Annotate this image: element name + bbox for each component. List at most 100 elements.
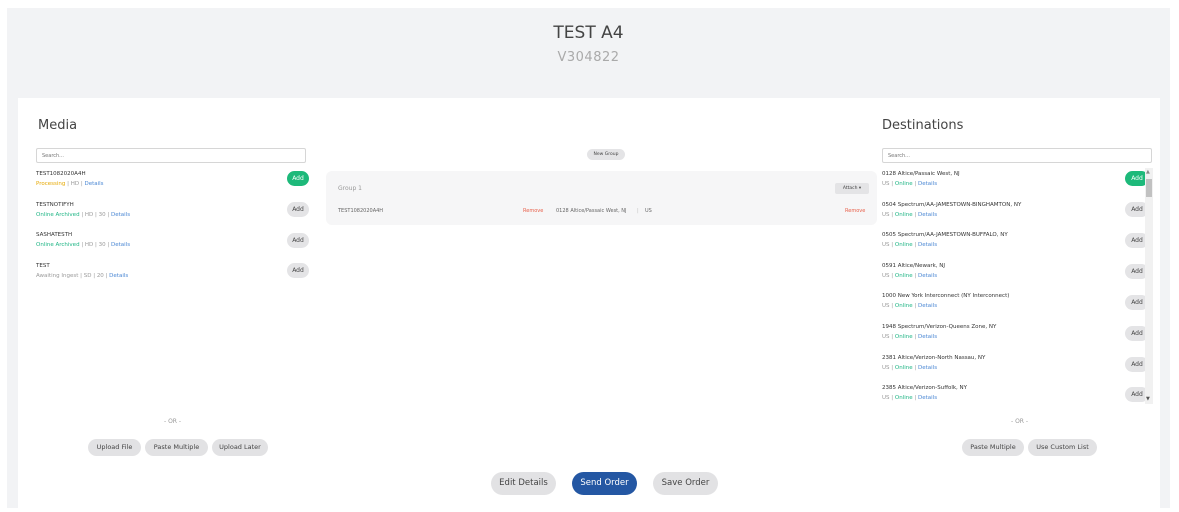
media-status: Awaiting Ingest [36, 273, 79, 279]
media-duration: 20 [96, 273, 104, 279]
destinations-search-input[interactable] [882, 148, 1152, 163]
media-format: HD [84, 212, 94, 218]
destination-item: 2385 Altice/Verizon-Suffolk, NY US | Onl… [882, 385, 1152, 408]
media-item-meta: Online Archived | HD | 30 | Details [36, 242, 130, 248]
media-format: SD [83, 273, 92, 279]
destination-meta: US | Online | Details [882, 181, 937, 187]
destination-details-link[interactable]: Details [918, 395, 937, 401]
media-duration: 30 [98, 242, 106, 248]
media-item: TESTNOTIFYH Online Archived | HD | 30 | … [36, 202, 309, 232]
destination-details-link[interactable]: Details [918, 365, 937, 371]
group-destination-country: US [645, 208, 652, 214]
media-search-input[interactable] [36, 148, 306, 163]
destination-details-link[interactable]: Details [918, 242, 937, 248]
order-id: V304822 [557, 50, 620, 65]
add-media-button[interactable]: Add [287, 233, 309, 248]
order-header: TEST A4 V304822 [7, 8, 1170, 90]
media-details-link[interactable]: Details [109, 273, 128, 279]
destination-item: 1948 Spectrum/Verizon-Queens Zone, NY US… [882, 324, 1152, 354]
destination-name: 0591 Altice/Newark, NJ [882, 263, 946, 269]
scroll-down-arrow-icon[interactable]: ▼ [1146, 396, 1150, 402]
destination-item: 0591 Altice/Newark, NJ US | Online | Det… [882, 263, 1152, 293]
upload-later-button[interactable]: Upload Later [212, 439, 268, 456]
destination-details-link[interactable]: Details [918, 334, 937, 340]
order-builder-card: Media TEST1082020A4H Processing | HD | D… [18, 98, 1160, 508]
media-item-name: TESTNOTIFYH [36, 202, 74, 208]
scrollbar-thumb[interactable] [1146, 179, 1152, 197]
add-media-button[interactable]: Add [287, 263, 309, 278]
destination-details-link[interactable]: Details [918, 273, 937, 279]
destination-item: 1000 New York Interconnect (NY Interconn… [882, 293, 1152, 323]
destination-name: 1000 New York Interconnect (NY Interconn… [882, 293, 1010, 299]
attach-dropdown[interactable]: Attach ▾ [835, 183, 869, 194]
destination-country: US [882, 334, 890, 340]
destination-status: Online [894, 212, 913, 218]
destination-status: Online [894, 242, 913, 248]
media-item-name: TEST1082020A4H [36, 171, 86, 177]
destination-meta: US | Online | Details [882, 242, 937, 248]
group-title: Group 1 [338, 185, 362, 192]
upload-file-button[interactable]: Upload File [88, 439, 141, 456]
group-media-name: TEST1082020A4H [338, 208, 384, 214]
destination-name: 2385 Altice/Verizon-Suffolk, NY [882, 385, 968, 391]
destination-item: 2381 Altice/Verizon-North Nassau, NY US … [882, 355, 1152, 385]
add-media-button[interactable]: Add [287, 202, 309, 217]
destinations-scrollbar[interactable]: ▲ ▼ [1145, 168, 1153, 404]
edit-details-button[interactable]: Edit Details [491, 472, 556, 495]
media-format: HD [70, 181, 80, 187]
page-container: TEST A4 V304822 Media TEST1082020A4H Pro… [7, 8, 1170, 508]
media-details-link[interactable]: Details [111, 212, 130, 218]
destination-country: US [882, 303, 890, 309]
destination-meta: US | Online | Details [882, 212, 937, 218]
media-item-meta: Online Archived | HD | 30 | Details [36, 212, 130, 218]
scroll-up-arrow-icon[interactable]: ▲ [1146, 169, 1150, 175]
destination-name: 0128 Altice/Passaic West, NJ [882, 171, 960, 177]
destination-country: US [882, 273, 890, 279]
media-details-link[interactable]: Details [84, 181, 103, 187]
use-custom-list-button[interactable]: Use Custom List [1028, 439, 1097, 456]
destinations-or-divider: - OR - [1011, 418, 1029, 425]
destination-details-link[interactable]: Details [918, 303, 937, 309]
destination-meta: US | Online | Details [882, 303, 937, 309]
media-item: TEST1082020A4H Processing | HD | Details… [36, 171, 309, 201]
destination-item: 0505 Spectrum/AA-JAMESTOWN-BUFFALO, NY U… [882, 232, 1152, 262]
destination-meta: US | Online | Details [882, 365, 937, 371]
destination-status: Online [894, 273, 913, 279]
save-order-button[interactable]: Save Order [653, 472, 718, 495]
destination-country: US [882, 181, 890, 187]
destination-status: Online [894, 303, 913, 309]
media-item-meta: Processing | HD | Details [36, 181, 104, 187]
destination-details-link[interactable]: Details [918, 212, 937, 218]
destination-meta: US | Online | Details [882, 334, 937, 340]
destination-status: Online [894, 365, 913, 371]
destination-meta: US | Online | Details [882, 273, 937, 279]
media-status: Online Archived [36, 242, 80, 248]
destination-status: Online [894, 334, 913, 340]
destination-status: Online [894, 181, 913, 187]
destination-details-link[interactable]: Details [918, 181, 937, 187]
remove-media-link[interactable]: Remove [523, 208, 543, 214]
media-status: Processing [36, 181, 66, 187]
media-item: SASHATESTH Online Archived | HD | 30 | D… [36, 232, 309, 262]
destination-country: US [882, 395, 890, 401]
remove-destination-link[interactable]: Remove [845, 208, 865, 214]
order-title: TEST A4 [553, 23, 624, 43]
destination-country: US [882, 242, 890, 248]
paste-multiple-media-button[interactable]: Paste Multiple [145, 439, 208, 456]
media-format: HD [84, 242, 94, 248]
send-order-button[interactable]: Send Order [572, 472, 637, 495]
destination-name: 2381 Altice/Verizon-North Nassau, NY [882, 355, 986, 361]
destination-name: 0505 Spectrum/AA-JAMESTOWN-BUFFALO, NY [882, 232, 1008, 238]
media-details-link[interactable]: Details [111, 242, 130, 248]
paste-multiple-destinations-button[interactable]: Paste Multiple [962, 439, 1024, 456]
destination-meta: US | Online | Details [882, 395, 937, 401]
add-media-button[interactable]: Add [287, 171, 309, 186]
media-duration: 30 [98, 212, 106, 218]
destination-status: Online [894, 395, 913, 401]
media-section-title: Media [38, 118, 78, 133]
media-or-divider: - OR - [164, 418, 182, 425]
group-destination-name: 0128 Altice/Passaic West, NJ [556, 208, 627, 214]
destinations-section-title: Destinations [882, 118, 964, 133]
media-item-name: TEST [36, 263, 50, 269]
new-group-button[interactable]: New Group [587, 149, 625, 160]
